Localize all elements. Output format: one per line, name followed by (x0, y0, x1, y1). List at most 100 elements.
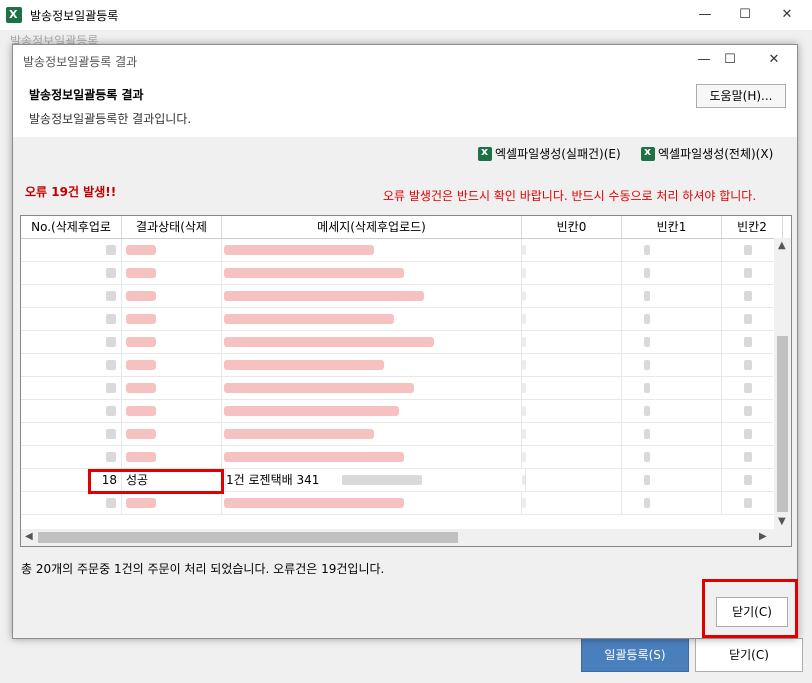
redacted-blur (106, 429, 116, 439)
redacted-blur (106, 406, 116, 416)
col-header-message[interactable]: 메세지(삭제후업로드) (222, 216, 522, 238)
status-summary: 총 20개의 주문중 1건의 주문이 처리 되었습니다. 오류건은 19건입니다… (21, 562, 385, 576)
redacted-blur (644, 383, 650, 393)
table-row[interactable] (21, 262, 783, 285)
col-header-no[interactable]: No.(삭제후업로 (21, 216, 122, 238)
col-header-blank2[interactable]: 빈칸2 (722, 216, 783, 238)
maximize-icon[interactable]: ☐ (722, 0, 768, 30)
redacted-blur (522, 406, 526, 416)
table-cell (522, 239, 622, 261)
table-cell (21, 354, 122, 376)
table-row[interactable] (21, 492, 783, 515)
table-cell (622, 331, 722, 353)
table-cell: 1건 로젠택배 341 (222, 469, 526, 491)
redacted-blur (644, 291, 650, 301)
table-cell (222, 446, 522, 468)
table-cell (122, 446, 222, 468)
table-row[interactable] (21, 446, 783, 469)
table-cell (21, 446, 122, 468)
redacted-blur (224, 498, 404, 508)
table-cell (122, 308, 222, 330)
redacted-blur (126, 360, 156, 370)
table-cell (122, 354, 222, 376)
redacted-blur (744, 406, 752, 416)
table-cell (122, 285, 222, 307)
table-row[interactable] (21, 377, 783, 400)
dialog-window-title: 발송정보일괄등록 결과 (23, 55, 138, 69)
redacted-blur (744, 245, 752, 255)
redacted-blur (744, 475, 752, 485)
result-grid[interactable]: No.(삭제후업로 결과상태(삭제 메세지(삭제후업로드) 빈칸0 빈칸1 빈칸… (20, 215, 792, 547)
excel-all-link[interactable]: 엑셀파일생성(전체)(X) (641, 145, 773, 162)
scroll-down-icon[interactable]: ▼ (778, 516, 786, 527)
table-row[interactable] (21, 239, 783, 262)
excel-failed-link[interactable]: 엑셀파일생성(실패건)(E) (478, 145, 621, 162)
redacted-blur (106, 291, 116, 301)
redacted-blur (224, 337, 434, 347)
redacted-blur (106, 360, 116, 370)
table-cell (122, 423, 222, 445)
table-cell (222, 423, 522, 445)
table-row[interactable] (21, 331, 783, 354)
header-title: 발송정보일괄등록 결과 (29, 88, 144, 102)
redacted-blur (644, 406, 650, 416)
col-header-blank0[interactable]: 빈칸0 (522, 216, 622, 238)
table-cell (222, 308, 522, 330)
redacted-blur (224, 406, 399, 416)
table-cell (622, 446, 722, 468)
bulk-register-button[interactable]: 일괄등록(S) (581, 638, 689, 672)
table-cell (522, 423, 622, 445)
help-button[interactable]: 도움말(H)... (696, 84, 786, 108)
redacted-blur (224, 268, 404, 278)
table-row[interactable] (21, 400, 783, 423)
table-cell (522, 469, 622, 491)
table-cell (122, 492, 222, 514)
redacted-blur (224, 245, 374, 255)
table-cell (222, 239, 522, 261)
table-cell (522, 262, 622, 284)
table-row[interactable] (21, 308, 783, 331)
scroll-left-icon[interactable]: ◀ (25, 531, 33, 542)
parent-close-button[interactable]: 닫기(C) (695, 638, 803, 672)
result-dialog: 발송정보일괄등록 결과 — ☐ ✕ 발송정보일괄등록 결과 발송정보일괄등록한 … (12, 44, 798, 639)
redacted-blur (644, 314, 650, 324)
maximize-icon[interactable]: ☐ (707, 45, 753, 75)
table-cell (222, 285, 522, 307)
horizontal-scroll-thumb[interactable] (38, 532, 458, 543)
redacted-blur (644, 337, 650, 347)
redacted-blur (744, 291, 752, 301)
parent-title-bar: 발송정보일괄등록 — ☐ ✕ (0, 0, 812, 30)
table-cell (622, 262, 722, 284)
col-header-blank1[interactable]: 빈칸1 (622, 216, 722, 238)
table-cell (622, 239, 722, 261)
table-cell (21, 400, 122, 422)
table-row[interactable] (21, 354, 783, 377)
scroll-right-icon[interactable]: ▶ (759, 531, 767, 542)
table-cell (21, 423, 122, 445)
col-header-status[interactable]: 결과상태(삭제 (122, 216, 222, 238)
vertical-scroll-thumb[interactable] (777, 336, 788, 512)
redacted-blur (522, 498, 526, 508)
horizontal-scrollbar[interactable]: ◀ ▶ (21, 529, 791, 546)
table-row[interactable] (21, 285, 783, 308)
redacted-blur (522, 475, 526, 485)
redacted-blur (522, 452, 526, 462)
redacted-blur (744, 429, 752, 439)
table-cell (522, 492, 622, 514)
table-cell (622, 308, 722, 330)
redacted-blur (522, 360, 526, 370)
scroll-up-icon[interactable]: ▲ (778, 240, 786, 251)
redacted-blur (744, 452, 752, 462)
table-row[interactable] (21, 423, 783, 446)
table-cell (21, 377, 122, 399)
redacted-blur (522, 245, 526, 255)
redacted-blur (126, 314, 156, 324)
close-icon[interactable]: ✕ (764, 0, 810, 30)
close-icon[interactable]: ✕ (751, 45, 797, 75)
highlight-success-row (88, 469, 224, 494)
redacted-blur (126, 337, 156, 347)
table-cell (522, 331, 622, 353)
table-cell (122, 262, 222, 284)
vertical-scrollbar[interactable]: ▲ ▼ (774, 238, 791, 529)
redacted-blur (522, 383, 526, 393)
